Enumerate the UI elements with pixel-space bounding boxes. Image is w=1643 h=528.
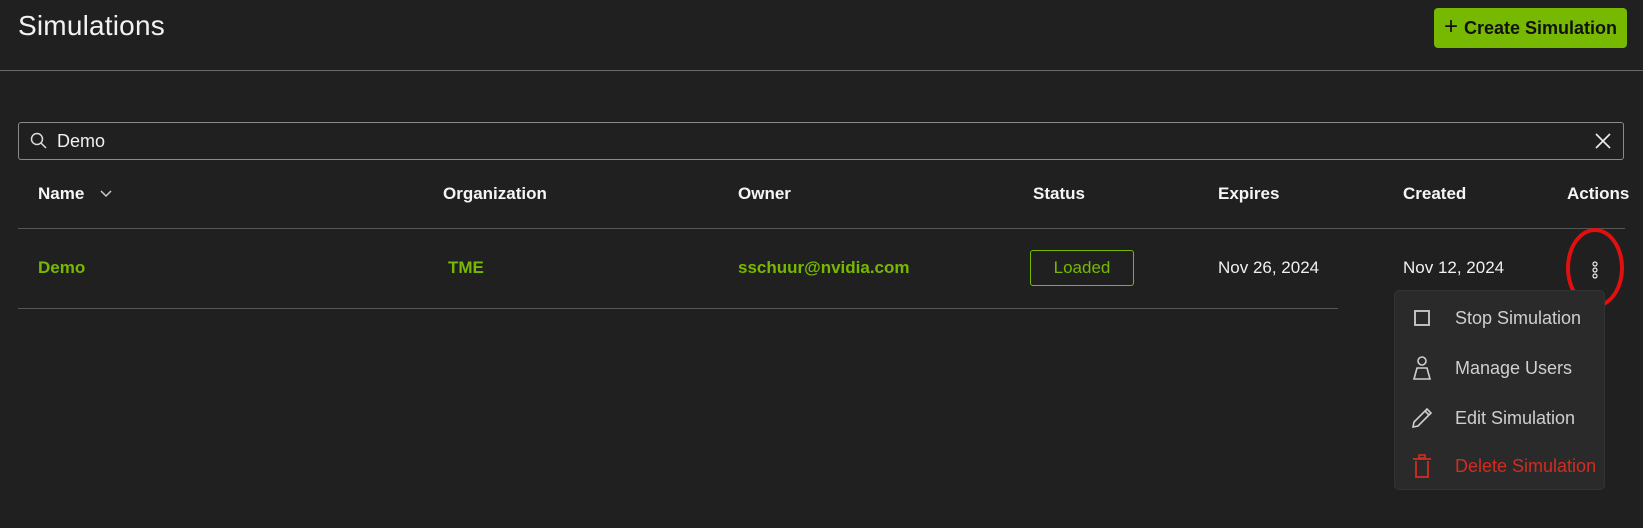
menu-item-edit-simulation[interactable]: Edit Simulation	[1395, 395, 1604, 441]
organization-link[interactable]: TME	[448, 258, 484, 278]
menu-item-label: Edit Simulation	[1455, 407, 1576, 428]
create-simulation-button[interactable]: + Create Simulation	[1434, 8, 1627, 48]
expires-date: Nov 26, 2024	[1218, 258, 1320, 277]
search-bar	[18, 122, 1624, 160]
table-header: Name Organization Owner Status Expires C…	[0, 184, 1643, 206]
user-icon	[1412, 356, 1432, 380]
stop-icon	[1414, 310, 1430, 326]
table-row: Demo TME sschuur@nvidia.com Nov 26, 2024…	[0, 258, 1643, 280]
menu-item-stop-simulation[interactable]: Stop Simulation	[1395, 295, 1604, 341]
menu-item-delete-simulation[interactable]: Delete Simulation	[1395, 443, 1604, 489]
chevron-down-icon[interactable]	[99, 187, 113, 201]
search-input[interactable]	[55, 129, 1593, 153]
status-badge: Loaded	[1030, 250, 1134, 286]
column-header-name[interactable]: Name	[38, 184, 84, 204]
simulation-name-link[interactable]: Demo	[38, 258, 85, 278]
column-header-actions: Actions	[1567, 184, 1630, 203]
column-header-organization[interactable]: Organization	[443, 184, 547, 204]
row-divider	[18, 228, 1625, 229]
plus-icon: +	[1443, 13, 1458, 40]
owner-link[interactable]: sschuur@nvidia.com	[738, 258, 910, 278]
created-date: Nov 12, 2024	[1403, 258, 1505, 277]
column-header-expires[interactable]: Expires	[1218, 184, 1279, 204]
pencil-icon	[1411, 407, 1433, 429]
column-header-created[interactable]: Created	[1403, 184, 1466, 204]
close-icon[interactable]	[1593, 131, 1613, 151]
menu-item-label: Delete Simulation	[1455, 455, 1597, 476]
actions-menu: Stop Simulation Manage Users Edit Simula…	[1394, 290, 1605, 490]
column-header-owner[interactable]: Owner	[738, 184, 791, 204]
page-title: Simulations	[18, 10, 165, 41]
trash-icon	[1413, 454, 1431, 478]
row-divider	[18, 308, 1338, 309]
column-header-status[interactable]: Status	[1033, 184, 1085, 204]
menu-item-label: Manage Users	[1455, 357, 1573, 378]
menu-item-label: Stop Simulation	[1455, 307, 1582, 328]
header-divider	[0, 70, 1643, 71]
create-simulation-label: Create Simulation	[1463, 17, 1618, 38]
search-icon	[30, 132, 47, 149]
menu-item-manage-users[interactable]: Manage Users	[1395, 345, 1604, 391]
